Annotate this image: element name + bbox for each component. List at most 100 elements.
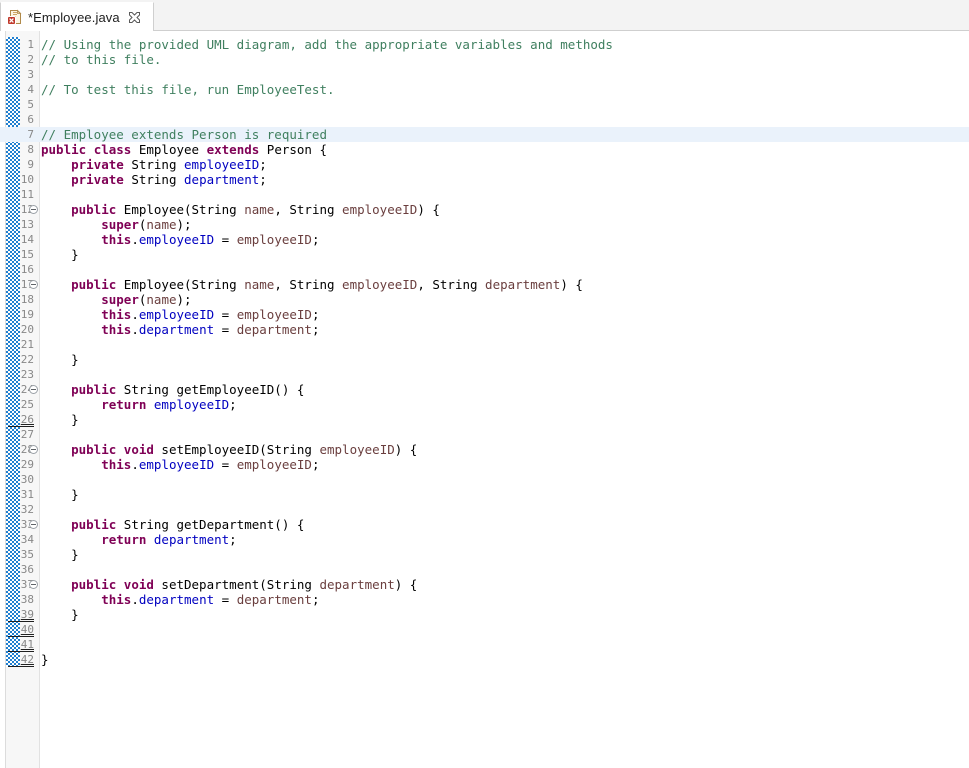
code-text: } [41, 352, 79, 367]
line-number: 6 [27, 113, 34, 126]
tab-employee-java[interactable]: *Employee.java [0, 2, 154, 31]
line-number: 38 [20, 593, 34, 606]
code-line[interactable]: 11 [0, 187, 969, 202]
code-line[interactable]: 29 this.employeeID = employeeID; [0, 457, 969, 472]
code-text: this.employeeID = employeeID; [101, 307, 320, 322]
code-line[interactable]: 30 [0, 472, 969, 487]
code-text: public void setDepartment(String departm… [71, 577, 418, 592]
code-line[interactable]: 33 public String getDepartment() { [0, 517, 969, 532]
code-line[interactable]: 34 return department; [0, 532, 969, 547]
code-line[interactable]: 9 private String employeeID; [0, 157, 969, 172]
line-number: 7 [27, 128, 34, 141]
code-text: } [41, 247, 79, 262]
code-line[interactable]: 6 [0, 112, 969, 127]
code-line[interactable]: 32 [0, 502, 969, 517]
code-line[interactable]: 22 } [0, 352, 969, 367]
code-line[interactable]: 25 return employeeID; [0, 397, 969, 412]
code-line[interactable]: 27 [0, 427, 969, 442]
line-number: 3 [27, 68, 34, 81]
code-line[interactable]: 19 this.employeeID = employeeID; [0, 307, 969, 322]
code-line[interactable]: 14 this.employeeID = employeeID; [0, 232, 969, 247]
code-text: public void setEmployeeID(String employe… [71, 442, 418, 457]
code-text: } [41, 652, 49, 667]
code-line[interactable]: 4 // To test this file, run EmployeeTest. [0, 82, 969, 97]
line-number: 15 [20, 248, 34, 261]
code-line[interactable]: 39 } [0, 607, 969, 622]
code-line[interactable]: 41 [0, 637, 969, 652]
code-text: public Employee(String name, String empl… [71, 202, 440, 217]
code-line[interactable]: 10 private String department; [0, 172, 969, 187]
line-number: 20 [20, 323, 34, 336]
line-number: 40 [20, 623, 34, 636]
code-line[interactable]: 23 [0, 367, 969, 382]
line-number: 42 [20, 653, 34, 666]
change-bar [8, 621, 34, 622]
line-number: 8 [27, 143, 34, 156]
code-line[interactable]: 20 this.department = department; [0, 322, 969, 337]
change-bar [8, 651, 34, 652]
change-bar [8, 666, 34, 667]
fold-collapse-icon[interactable] [29, 385, 38, 394]
java-source-editor[interactable]: 1 // Using the provided UML diagram, add … [0, 31, 969, 768]
code-line[interactable]: 3 [0, 67, 969, 82]
code-text: return department; [101, 532, 237, 547]
code-text: } [41, 607, 79, 622]
code-line[interactable]: 24 public String getEmployeeID() { [0, 382, 969, 397]
code-text: } [41, 412, 79, 427]
code-text: public String getDepartment() { [71, 517, 305, 532]
fold-collapse-icon[interactable] [29, 520, 38, 529]
code-line[interactable]: 40 [0, 622, 969, 637]
line-number: 27 [20, 428, 34, 441]
code-line[interactable]: 28 public void setEmployeeID(String empl… [0, 442, 969, 457]
code-line[interactable]: 5 [0, 97, 969, 112]
code-line[interactable]: 17 public Employee(String name, String e… [0, 277, 969, 292]
code-line-list[interactable]: 1 // Using the provided UML diagram, add … [0, 37, 969, 667]
code-line[interactable]: 36 [0, 562, 969, 577]
tab-title: *Employee.java [28, 9, 120, 25]
code-line[interactable]: 1 // Using the provided UML diagram, add … [0, 37, 969, 52]
code-line[interactable]: 18 super(name); [0, 292, 969, 307]
code-text: this.employeeID = employeeID; [101, 232, 320, 247]
fold-collapse-icon[interactable] [29, 205, 38, 214]
code-text: this.employeeID = employeeID; [101, 457, 320, 472]
code-line[interactable]: 15 } [0, 247, 969, 262]
code-line[interactable]: 37 public void setDepartment(String depa… [0, 577, 969, 592]
code-line[interactable]: 26 } [0, 412, 969, 427]
code-line[interactable]: 35 } [0, 547, 969, 562]
code-text: // To test this file, run EmployeeTest. [41, 82, 335, 97]
line-number: 4 [27, 83, 34, 96]
code-line[interactable]: 13 super(name); [0, 217, 969, 232]
fold-collapse-icon[interactable] [29, 280, 38, 289]
line-number: 2 [27, 53, 34, 66]
fold-collapse-icon[interactable] [29, 445, 38, 454]
code-line[interactable]: 38 this.department = department; [0, 592, 969, 607]
code-text: } [41, 487, 79, 502]
line-number: 36 [20, 563, 34, 576]
line-number: 16 [20, 263, 34, 276]
change-bar [8, 636, 34, 637]
line-number: 14 [20, 233, 34, 246]
code-text: // Employee extends Person is required [41, 127, 327, 142]
code-line[interactable]: 21 [0, 337, 969, 352]
code-line[interactable]: 8 public class Employee extends Person { [0, 142, 969, 157]
line-number: 21 [20, 338, 34, 351]
code-text: public String getEmployeeID() { [71, 382, 305, 397]
code-line[interactable]: 16 [0, 262, 969, 277]
line-number: 32 [20, 503, 34, 516]
line-number: 34 [20, 533, 34, 546]
code-line[interactable]: 12 public Employee(String name, String e… [0, 202, 969, 217]
close-icon[interactable] [128, 11, 141, 24]
fold-collapse-icon[interactable] [29, 580, 38, 589]
code-text: super(name); [101, 217, 192, 232]
code-line[interactable]: 7 // Employee extends Person is required [0, 127, 969, 142]
code-line[interactable]: 31 } [0, 487, 969, 502]
line-number: 5 [27, 98, 34, 111]
line-number: 19 [20, 308, 34, 321]
code-text: // Using the provided UML diagram, add t… [41, 37, 613, 52]
line-number: 29 [20, 458, 34, 471]
code-text: private String employeeID; [71, 157, 267, 172]
code-line[interactable]: 42} [0, 652, 969, 667]
line-number: 39 [20, 608, 34, 621]
code-line[interactable]: 2 // to this file. [0, 52, 969, 67]
code-text: private String department; [71, 172, 267, 187]
